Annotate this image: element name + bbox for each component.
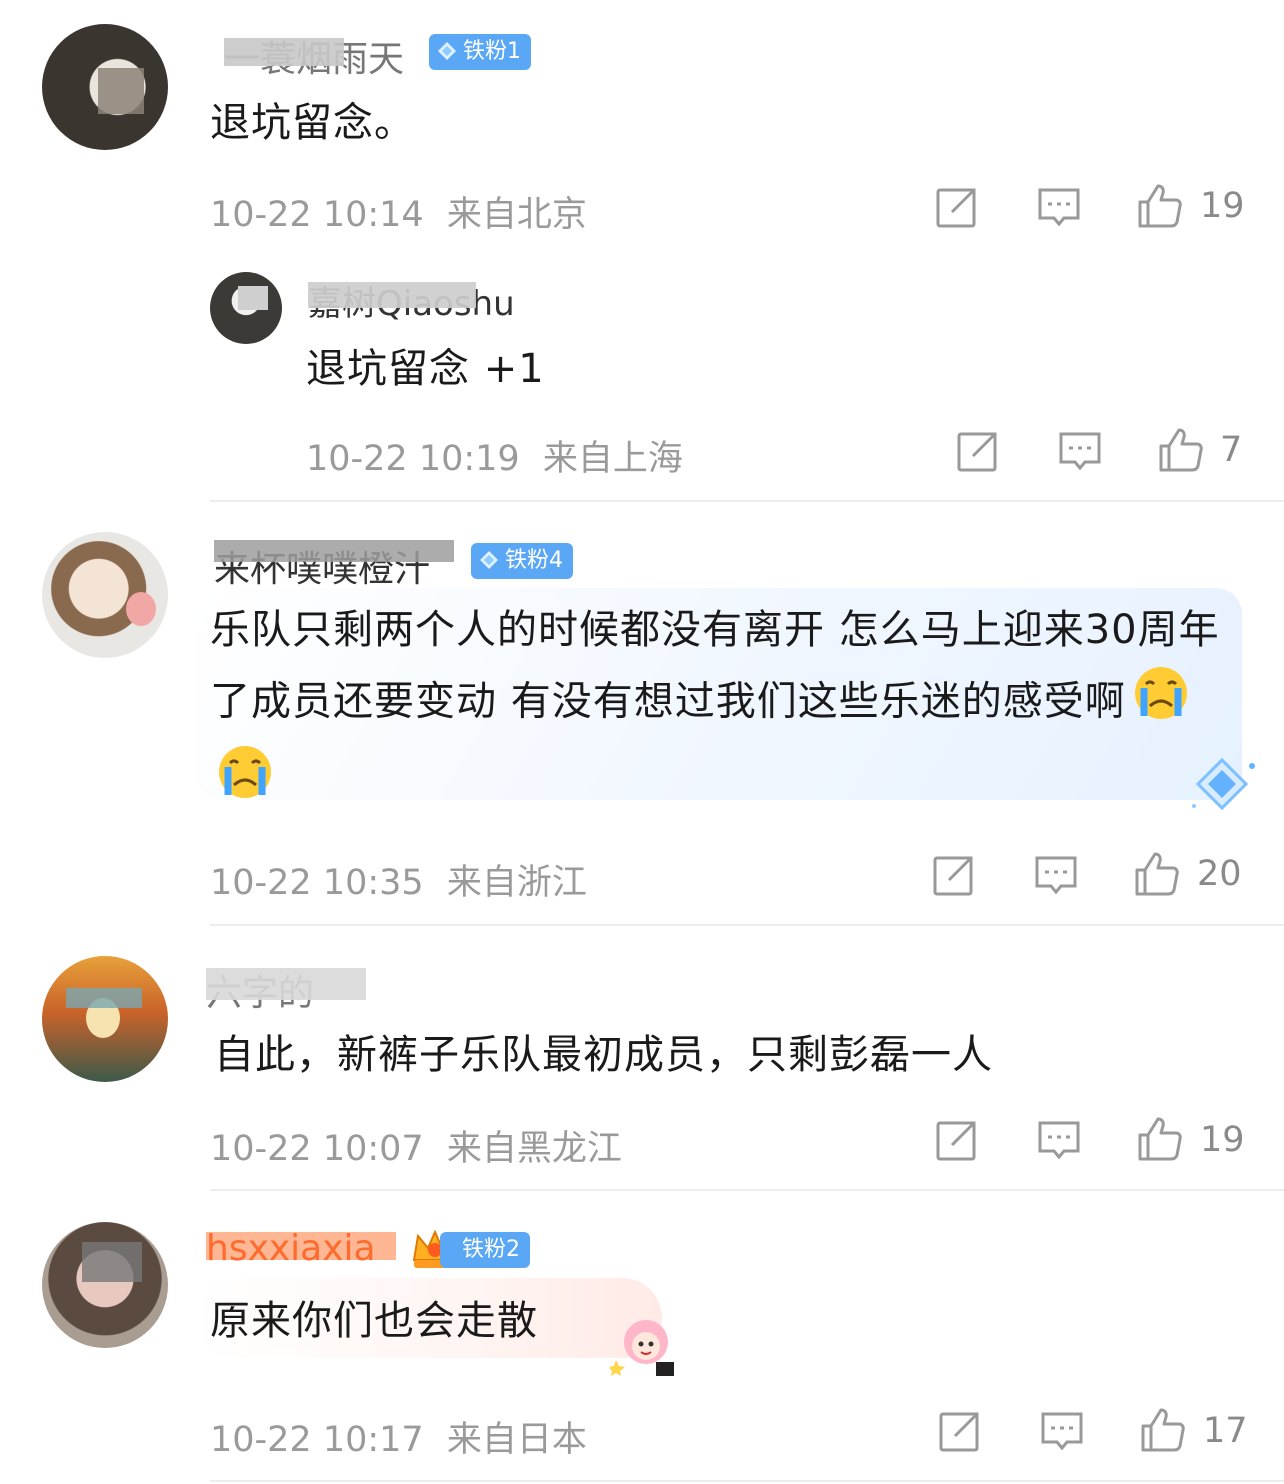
blur-mask — [206, 968, 366, 1000]
comment-text: 乐队只剩两个人的时候都没有离开 怎么马上迎来30周年了成员还要变动 有没有想过我… — [210, 597, 1240, 822]
comment-time: 10-22 10:17 来自日本 — [210, 1411, 587, 1462]
location: 来自日本 — [446, 1420, 587, 1460]
comment-icon[interactable] — [1057, 428, 1103, 474]
like-count: 19 — [1200, 1120, 1245, 1160]
like-count: 19 — [1200, 186, 1245, 226]
divider — [210, 500, 1284, 502]
fan-badge[interactable]: 铁粉2 — [440, 1232, 530, 1268]
time: 10-22 10:19 — [306, 439, 520, 479]
avatar[interactable] — [42, 1222, 168, 1348]
comment-time: 10-22 10:35 来自浙江 — [210, 854, 587, 905]
reply-time: 10-22 10:19 来自上海 — [306, 430, 683, 481]
like-icon[interactable] — [1157, 426, 1203, 472]
crying-face-emoji — [216, 743, 274, 822]
time: 10-22 10:14 — [210, 195, 424, 235]
blur-mask — [206, 1232, 396, 1260]
location: 来自浙江 — [446, 863, 587, 903]
location: 来自黑龙江 — [446, 1129, 622, 1169]
blur-mask — [214, 540, 454, 562]
comment-time: 10-22 10:07 来自黑龙江 — [210, 1120, 622, 1171]
badge-label: 铁粉4 — [505, 548, 563, 573]
fan-badge[interactable]: 铁粉1 — [429, 34, 531, 70]
avatar[interactable] — [210, 272, 282, 344]
like-icon[interactable] — [1139, 1406, 1185, 1452]
comment-text: 自此，新裤子乐队最初成员，只剩彭磊一人 — [214, 1032, 993, 1078]
reply-text: 退坑留念 +1 — [306, 346, 545, 392]
location: 来自北京 — [446, 195, 587, 235]
crying-face-emoji — [1132, 664, 1190, 743]
like-icon[interactable] — [1136, 1115, 1182, 1161]
sticker-icon — [610, 1320, 674, 1376]
fan-badge[interactable]: 铁粉4 — [471, 543, 573, 579]
badge-label: 铁粉1 — [463, 39, 521, 64]
blur-mask — [224, 38, 344, 66]
share-icon[interactable] — [934, 184, 980, 230]
avatar[interactable] — [42, 956, 168, 1082]
like-icon[interactable] — [1133, 850, 1179, 896]
time: 10-22 10:17 — [210, 1420, 424, 1460]
divider — [210, 1189, 1284, 1191]
share-icon[interactable] — [955, 428, 1001, 474]
avatar[interactable] — [42, 24, 168, 150]
like-count: 20 — [1197, 854, 1242, 894]
like-count: 7 — [1220, 430, 1243, 470]
time: 10-22 10:35 — [210, 863, 424, 903]
comment-icon[interactable] — [1039, 1408, 1085, 1454]
time: 10-22 10:07 — [210, 1129, 424, 1169]
comment-text: 退坑留念。 — [210, 100, 415, 146]
comment-body: 乐队只剩两个人的时候都没有离开 怎么马上迎来30周年了成员还要变动 有没有想过我… — [210, 607, 1220, 725]
like-icon[interactable] — [1136, 182, 1182, 228]
share-icon[interactable] — [934, 1117, 980, 1163]
divider — [210, 924, 1284, 926]
comment-time: 10-22 10:14 来自北京 — [210, 186, 587, 237]
comment-text: 原来你们也会走散 — [210, 1298, 538, 1344]
share-icon[interactable] — [937, 1408, 983, 1454]
diamond-icon — [480, 551, 498, 569]
share-icon[interactable] — [931, 852, 977, 898]
location: 来自上海 — [542, 439, 683, 479]
blur-mask — [308, 282, 476, 308]
badge-label: 铁粉2 — [462, 1237, 520, 1262]
diamond-icon — [438, 42, 456, 60]
like-count: 17 — [1203, 1411, 1248, 1451]
avatar[interactable] — [42, 532, 168, 658]
comment-icon[interactable] — [1036, 1117, 1082, 1163]
divider — [210, 1480, 1284, 1482]
comment-icon[interactable] — [1036, 184, 1082, 230]
comment-icon[interactable] — [1033, 852, 1079, 898]
